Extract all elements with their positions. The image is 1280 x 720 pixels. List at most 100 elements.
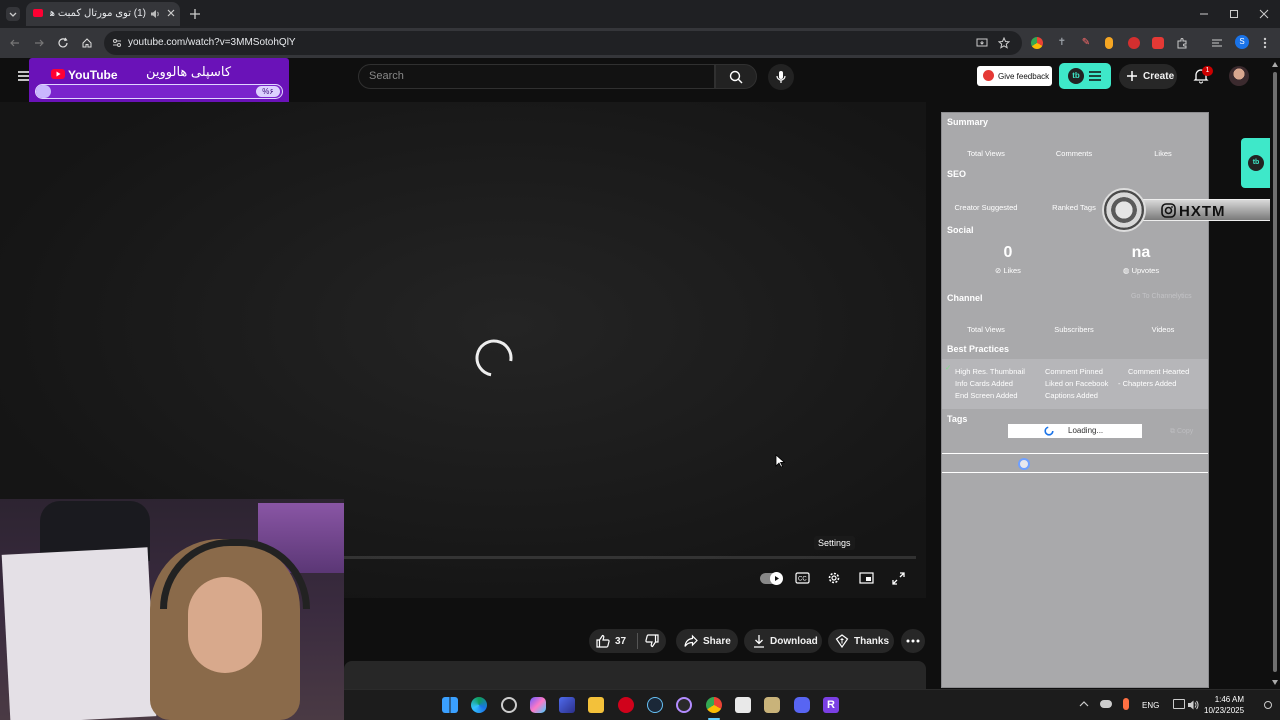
tags-loading-bar: Loading... bbox=[1008, 424, 1142, 438]
windows-start-icon[interactable] bbox=[442, 697, 458, 713]
app-icon-figure[interactable] bbox=[764, 697, 780, 713]
plus-icon bbox=[1126, 70, 1138, 82]
scroll-up-icon[interactable] bbox=[1272, 62, 1278, 67]
thanks-button[interactable]: Thanks bbox=[828, 629, 894, 653]
page-scrollbar[interactable] bbox=[1270, 60, 1280, 688]
maximize-icon[interactable] bbox=[1229, 9, 1239, 19]
extension-icon-3[interactable]: ✎ bbox=[1080, 37, 1092, 49]
tray-chevron-icon[interactable] bbox=[1079, 700, 1089, 708]
back-icon[interactable] bbox=[9, 37, 21, 49]
bookmark-star-icon[interactable] bbox=[998, 37, 1010, 49]
app-icon-r[interactable]: R bbox=[823, 697, 839, 713]
close-window-icon[interactable] bbox=[1259, 9, 1269, 19]
system-clock[interactable]: 1:46 AM 10/23/2025 bbox=[1204, 694, 1244, 716]
dislike-button[interactable] bbox=[639, 629, 666, 653]
captions-icon[interactable]: CC bbox=[795, 572, 810, 584]
install-app-icon[interactable] bbox=[976, 37, 988, 49]
progress-bar-track[interactable] bbox=[344, 556, 916, 559]
bp-comment-pinned: Comment Pinned bbox=[1045, 367, 1103, 376]
new-tab-icon[interactable] bbox=[189, 8, 201, 20]
search-input[interactable] bbox=[369, 70, 689, 82]
audio-playing-icon[interactable] bbox=[150, 9, 160, 19]
volume-icon[interactable] bbox=[1187, 699, 1199, 711]
more-actions-button[interactable] bbox=[901, 629, 925, 653]
autoplay-toggle[interactable] bbox=[760, 572, 783, 585]
extension-icon-6[interactable] bbox=[1152, 37, 1164, 49]
create-label: Create bbox=[1143, 71, 1175, 82]
hxtm-text: HXTM bbox=[1179, 203, 1226, 220]
download-icon bbox=[752, 634, 766, 648]
notification-center-icon[interactable] bbox=[1264, 701, 1272, 709]
panel-loading-strip bbox=[942, 453, 1208, 473]
scrollbar-thumb[interactable] bbox=[1273, 72, 1277, 672]
create-button[interactable]: Create bbox=[1119, 64, 1177, 89]
extensions-puzzle-icon[interactable] bbox=[1176, 37, 1188, 49]
discord-icon[interactable] bbox=[794, 697, 810, 713]
description-box[interactable] bbox=[344, 661, 926, 689]
tubebuddy-side-tab[interactable]: tb bbox=[1241, 138, 1271, 188]
profile-avatar[interactable]: S bbox=[1235, 35, 1249, 49]
reload-icon[interactable] bbox=[57, 37, 69, 49]
give-feedback-button[interactable]: Give feedback bbox=[977, 66, 1052, 86]
voice-search-button[interactable] bbox=[768, 64, 794, 90]
browser-toolbar: youtube.com/watch?v=3MMSotohQlY ✝ ✎ S bbox=[0, 28, 1280, 58]
tray-mic-icon[interactable] bbox=[1123, 698, 1129, 710]
home-icon[interactable] bbox=[81, 37, 93, 49]
extension-icon-1[interactable] bbox=[1031, 37, 1043, 49]
onedrive-icon[interactable] bbox=[1100, 700, 1112, 708]
tubebuddy-menu-button[interactable]: tb bbox=[1059, 63, 1111, 89]
network-icon[interactable] bbox=[1173, 699, 1185, 709]
minimize-icon[interactable] bbox=[1199, 9, 1209, 19]
settings-gear-icon[interactable] bbox=[827, 571, 841, 585]
browser-tab[interactable]: (1) توی مورتال کمبت هیچکس... bbox=[26, 2, 180, 26]
account-avatar[interactable] bbox=[1229, 66, 1249, 86]
youtube-logo-text: YouTube bbox=[68, 68, 118, 82]
search-box[interactable] bbox=[358, 64, 715, 89]
download-label: Download bbox=[770, 636, 818, 647]
webcam-paper bbox=[1, 547, 157, 720]
share-button[interactable]: Share bbox=[676, 629, 738, 653]
summary-likes: Likes bbox=[1154, 149, 1172, 158]
address-bar[interactable]: youtube.com/watch?v=3MMSotohQlY bbox=[104, 31, 1022, 55]
theater-mode-icon[interactable] bbox=[859, 572, 874, 584]
app-icon-gear[interactable] bbox=[501, 697, 517, 713]
download-button[interactable]: Download bbox=[744, 629, 822, 653]
channel-heading: Channel bbox=[947, 293, 983, 303]
app-icon-editor[interactable] bbox=[735, 697, 751, 713]
summary-total-views: Total Views bbox=[967, 149, 1005, 158]
extension-icon-2[interactable]: ✝ bbox=[1056, 37, 1068, 49]
site-info-icon[interactable] bbox=[111, 37, 123, 49]
search-icon bbox=[729, 70, 743, 84]
tab-title: (1) توی مورتال کمبت هیچکس... bbox=[50, 8, 146, 19]
tab-search-button[interactable] bbox=[6, 7, 20, 21]
tags-heading: Tags bbox=[947, 414, 968, 424]
obs-icon[interactable] bbox=[676, 697, 692, 713]
goal-progress-fill bbox=[36, 85, 51, 98]
thumbs-up-icon bbox=[596, 634, 610, 648]
store-icon[interactable] bbox=[559, 697, 575, 713]
search-button[interactable] bbox=[715, 64, 757, 89]
goal-percent-badge: %۶ bbox=[256, 86, 280, 97]
extension-icon-4[interactable] bbox=[1105, 37, 1113, 49]
forward-icon[interactable] bbox=[33, 37, 45, 49]
summary-heading: Summary bbox=[947, 117, 989, 127]
copilot-icon[interactable] bbox=[530, 697, 546, 713]
extension-icon-5[interactable] bbox=[1128, 37, 1140, 49]
loading-spinner-small-icon bbox=[1044, 426, 1054, 436]
best-practices-box: ✓ High Res. Thumbnail Comment Pinned Com… bbox=[942, 359, 1208, 409]
language-indicator[interactable]: ENG bbox=[1142, 701, 1159, 710]
app-icon-red[interactable] bbox=[618, 697, 634, 713]
tab-close-icon[interactable] bbox=[166, 8, 176, 18]
reading-list-icon[interactable] bbox=[1211, 37, 1223, 49]
edge-icon[interactable] bbox=[471, 697, 487, 713]
copy-tags-icon[interactable]: ⧉ Copy bbox=[1170, 428, 1202, 438]
steam-icon[interactable] bbox=[647, 697, 663, 713]
scroll-down-icon[interactable] bbox=[1272, 680, 1278, 685]
file-explorer-icon[interactable] bbox=[588, 697, 604, 713]
go-to-channelytics-link[interactable]: Go To Channelytics bbox=[1131, 293, 1192, 300]
browser-menu-icon[interactable] bbox=[1262, 37, 1268, 49]
fullscreen-icon[interactable] bbox=[892, 572, 905, 585]
chrome-icon[interactable] bbox=[706, 697, 722, 713]
like-button[interactable]: 37 bbox=[589, 629, 635, 653]
panel-spinner-icon bbox=[1018, 458, 1030, 470]
